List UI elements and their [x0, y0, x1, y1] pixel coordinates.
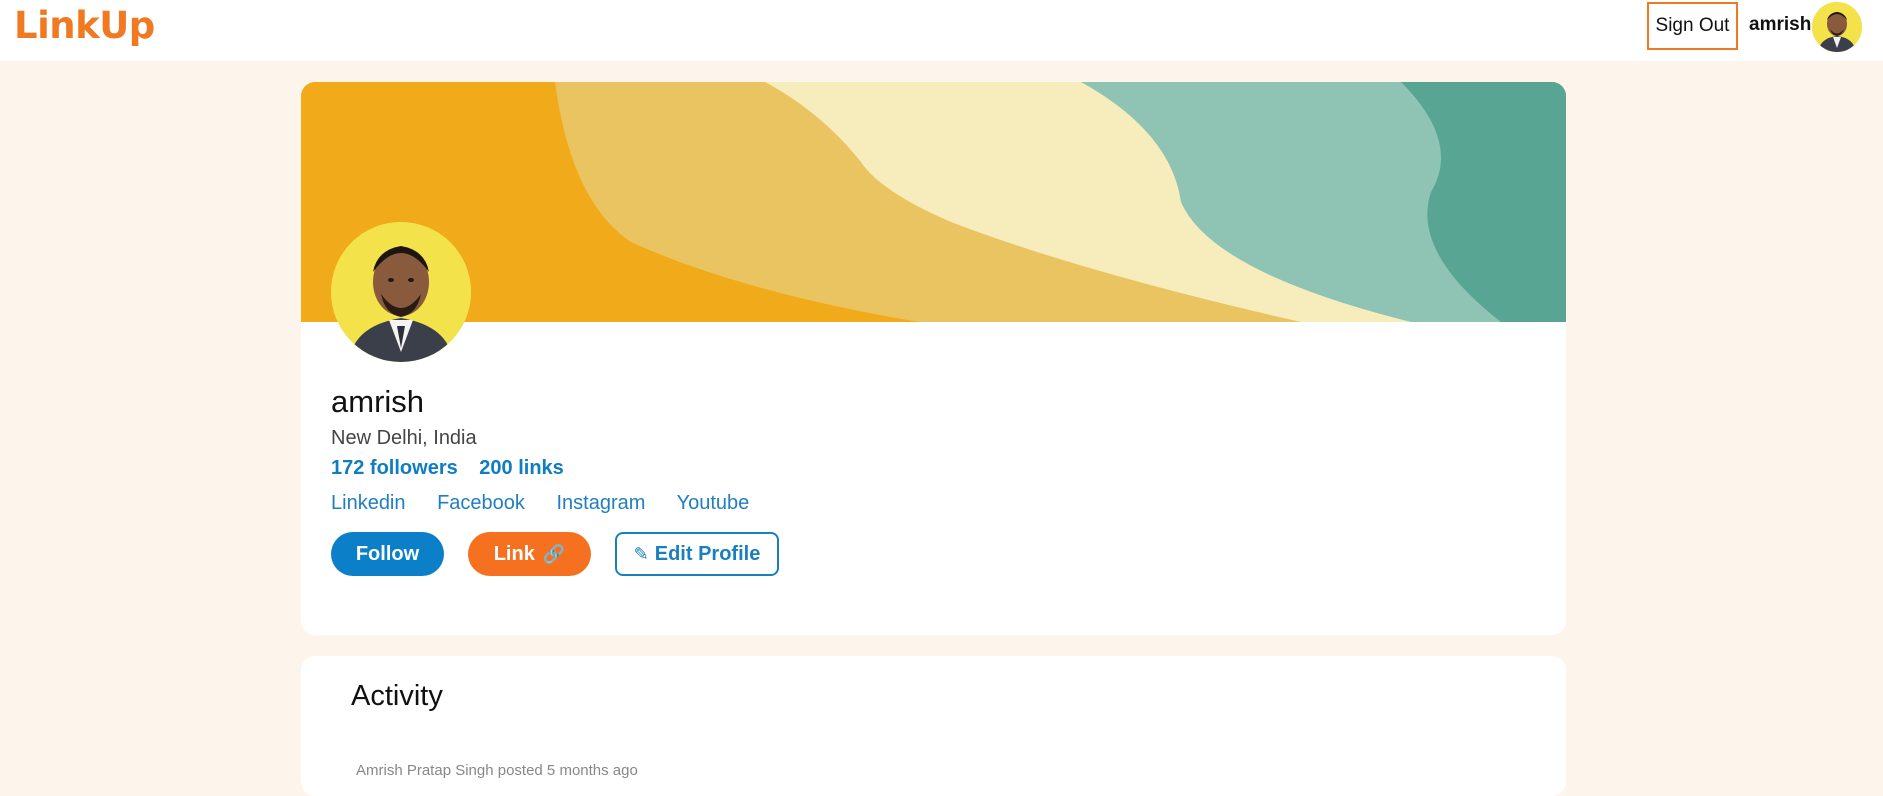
edit-profile-label: Edit Profile: [654, 542, 761, 565]
linkup-logo[interactable]: LinkUp: [14, 4, 155, 47]
follow-label: Follow: [355, 542, 420, 565]
activity-post-meta: Amrish Pratap Singh posted 5 months ago: [356, 762, 638, 779]
link-label: Link: [493, 542, 535, 565]
sign-out-button[interactable]: Sign Out: [1647, 2, 1738, 50]
nav-username[interactable]: amrish: [1749, 14, 1811, 36]
activity-card: Activity Amrish Pratap Singh posted 5 mo…: [301, 656, 1566, 796]
social-links: Linkedin Facebook Instagram Youtube: [331, 492, 775, 515]
followers-count[interactable]: 172 followers: [331, 457, 458, 479]
profile-card: amrish New Delhi, India 172 followers 20…: [301, 82, 1566, 635]
profile-avatar: [331, 222, 471, 362]
link-button[interactable]: Link 🔗: [468, 532, 591, 576]
nav-avatar[interactable]: [1812, 2, 1862, 52]
edit-profile-button[interactable]: ✎ Edit Profile: [615, 532, 779, 576]
social-link-linkedin[interactable]: Linkedin: [331, 492, 406, 514]
profile-location: New Delhi, India: [331, 427, 477, 449]
profile-name: amrish: [331, 384, 425, 419]
links-count[interactable]: 200 links: [479, 457, 564, 479]
social-link-facebook[interactable]: Facebook: [437, 492, 525, 514]
activity-title: Activity: [351, 680, 443, 712]
top-navbar: LinkUp Sign Out amrish: [0, 0, 1883, 61]
pencil-icon: ✎: [633, 543, 649, 564]
follow-button[interactable]: Follow: [331, 532, 444, 576]
chain-link-icon: 🔗: [542, 543, 566, 564]
social-link-instagram[interactable]: Instagram: [556, 492, 645, 514]
cover-banner: [301, 82, 1566, 322]
social-link-youtube[interactable]: Youtube: [677, 492, 750, 514]
profile-stats: 172 followers 200 links: [331, 457, 580, 480]
